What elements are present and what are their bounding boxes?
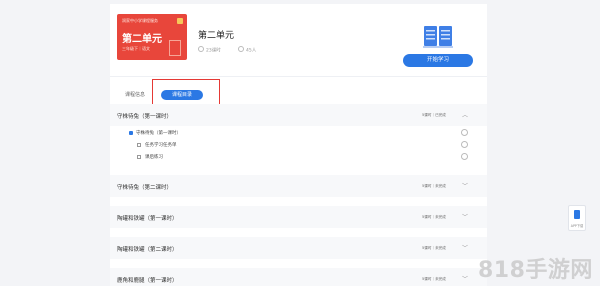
lesson-item[interactable]: 课后练习 [110, 151, 487, 163]
section-header[interactable]: 守株待兔（第二课时） 5课时｜未完成 ﹀ [110, 175, 487, 197]
cover-title: 第二单元 [122, 34, 162, 45]
section-header[interactable]: 守株待兔（第一课时） 5课时｜已完成 ︿ [110, 104, 487, 126]
chevron-down-icon[interactable]: ﹀ [462, 243, 468, 252]
section-header[interactable]: 鹿角和鹿腿（第一课时） 5课时｜未完成 ﹀ [110, 268, 487, 286]
app-download-button[interactable]: APP下载 [568, 205, 586, 231]
tab-course-info[interactable]: 课程信息 [125, 91, 145, 98]
section-header[interactable]: 陶罐和铁罐（第一课时） 5课时｜未完成 ﹀ [110, 206, 487, 228]
cover-subtitle: 三年级下｜语文 [122, 46, 150, 51]
site-watermark: 818手游网 [478, 258, 593, 283]
chevron-down-icon[interactable]: ﹀ [462, 212, 468, 221]
user-icon [238, 46, 244, 52]
section-title: 陶罐和铁罐（第二课时） [117, 247, 178, 253]
section-title: 守株待兔（第一课时） [117, 114, 173, 120]
chevron-down-icon[interactable]: ﹀ [462, 274, 468, 283]
chevron-up-icon[interactable]: ︿ [462, 110, 468, 119]
course-panel: 润家中小学课程服务 第二单元 三年级下｜语文 第二单元 23课时 45人 开始学… [110, 4, 487, 286]
progress-circle-icon [461, 129, 468, 136]
cover-series-text: 润家中小学课程服务 [122, 18, 158, 23]
progress-circle-icon [461, 153, 468, 160]
lesson-item[interactable]: 任务学习任务单 [110, 139, 487, 151]
lesson-count: 23课时 [206, 48, 221, 54]
section-title: 守株待兔（第二课时） [117, 185, 173, 191]
section-header[interactable]: 陶罐和铁罐（第二课时） 5课时｜未完成 ﹀ [110, 237, 487, 259]
lesson-title: 第二单元 [198, 31, 235, 41]
learners-meta: 45人 [238, 46, 256, 54]
course-cover: 润家中小学课程服务 第二单元 三年级下｜语文 [117, 14, 187, 60]
open-book-icon [423, 26, 453, 48]
app-download-label: APP下载 [570, 224, 584, 228]
section-meta: 5课时｜未完成 [422, 277, 446, 281]
phone-icon [574, 210, 580, 219]
section-title: 陶罐和铁罐（第一课时） [117, 216, 178, 222]
chevron-down-icon[interactable]: ﹀ [462, 181, 468, 190]
learners-count: 45人 [246, 48, 257, 54]
progress-circle-icon [461, 141, 468, 148]
lesson-count-meta: 23课时 [198, 46, 221, 54]
section-meta: 5课时｜未完成 [422, 246, 446, 250]
tab-highlight-box [152, 79, 220, 107]
section-title: 鹿角和鹿腿（第一课时） [117, 278, 178, 284]
header-divider [110, 76, 487, 77]
section-meta: 5课时｜未完成 [422, 184, 446, 188]
cover-book-icon [169, 40, 181, 56]
document-icon [137, 155, 141, 159]
lesson-item[interactable]: 守株待兔（第一课时） [110, 127, 487, 139]
lesson-item-label: 任务学习任务单 [145, 142, 177, 148]
section-meta: 5课时｜已完成 [422, 113, 446, 117]
clock-icon [198, 46, 204, 52]
cover-badge-icon [177, 18, 183, 24]
lesson-item-label: 课后练习 [145, 154, 163, 160]
start-learning-button[interactable]: 开始学习 [403, 54, 473, 67]
document-icon [137, 143, 141, 147]
lesson-item-label: 守株待兔（第一课时） [136, 130, 181, 136]
section-meta: 5课时｜未完成 [422, 215, 446, 219]
video-icon [129, 131, 133, 135]
